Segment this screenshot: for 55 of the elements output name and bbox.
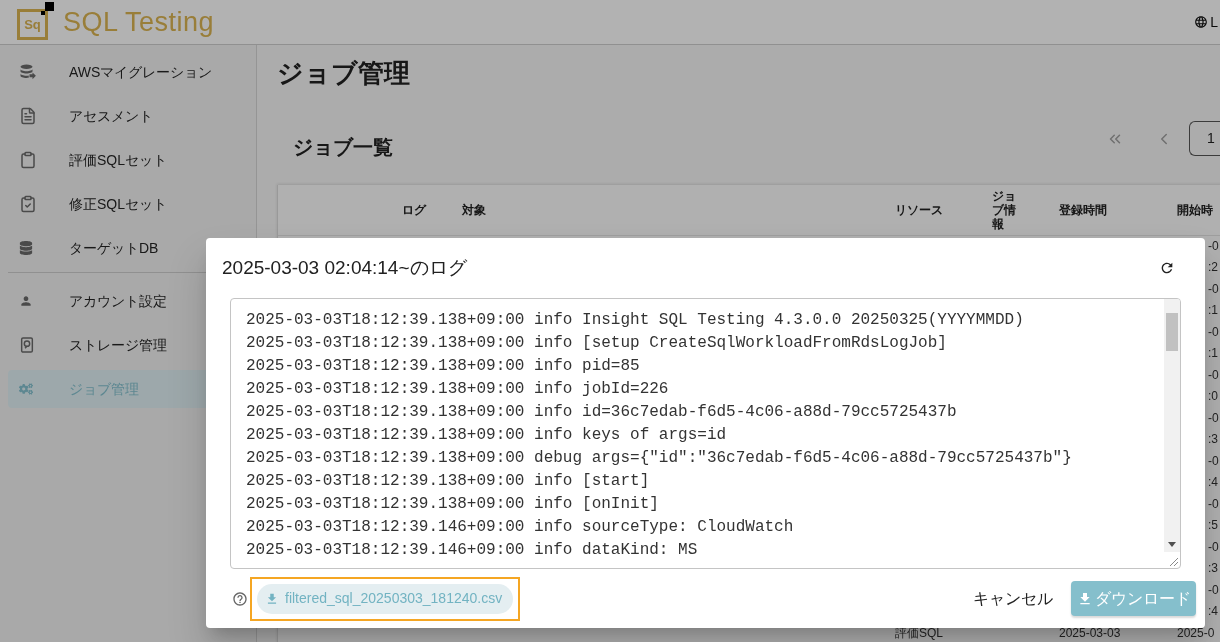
section-title: ジョブ一覧 <box>293 135 393 160</box>
clipboard-check-icon <box>19 195 37 213</box>
database-icon <box>19 241 33 255</box>
dialog-title: 2025-03-03 02:04:14~のログ <box>222 256 467 280</box>
log-line: 2025-03-03T18:12:39.138+09:00 info Insight SQL Testing 4.3.0.0 20250325(YYYYMMDD) <box>246 310 1024 331</box>
sidebar-item[interactable]: AWSマイグレーション <box>8 53 256 91</box>
log-line: 2025-03-03T18:12:39.138+09:00 info [setup CreateSqlWorkloadFromRdsLogJob] <box>246 333 947 354</box>
download-icon <box>265 591 279 606</box>
column-header: 開始時 <box>1177 203 1213 217</box>
scroll-down-icon[interactable] <box>1168 542 1176 547</box>
table-cell-text: 2025-03-03 <box>1059 625 1121 640</box>
table-cell-text: -0 :1 <box>1208 324 1219 362</box>
log-line: 2025-03-03T18:12:39.146+09:00 info dataKind: MS <box>246 540 698 561</box>
table-cell-text: -0 :0 <box>1208 367 1219 405</box>
table-cell-text: -0 :2 <box>1208 238 1219 276</box>
refresh-button[interactable] <box>1159 260 1175 276</box>
person-icon <box>19 294 33 308</box>
table-cell-text: -0 :3 <box>1208 410 1219 448</box>
log-line: 2025-03-03T18:12:39.146+09:00 info sourceType: CloudWatch <box>246 517 794 538</box>
table-cell-text: -0 :4 <box>1208 453 1219 491</box>
clipboard-icon <box>19 151 37 169</box>
table-cell-text: 評価SQL <box>895 625 943 640</box>
table-cell-text: 2025-0 <box>1177 625 1215 640</box>
log-line: 2025-03-03T18:12:39.138+09:00 info [onInit] <box>246 494 659 515</box>
log-text-area[interactable] <box>230 298 1181 569</box>
sidebar-item[interactable]: 修正SQLセット <box>8 185 256 223</box>
scrollbar[interactable] <box>1164 299 1180 552</box>
database-arrow-icon <box>19 63 37 81</box>
table-cell-text: -0 :5 <box>1208 496 1219 534</box>
table-cell-text: -0 :3 <box>1208 539 1219 577</box>
column-header: リソース <box>895 203 943 217</box>
page-number-field[interactable]: 1 <box>1189 121 1220 156</box>
refresh-icon <box>1159 260 1175 276</box>
log-line: 2025-03-03T18:12:39.138+09:00 info [start] <box>246 471 650 492</box>
document-icon <box>19 107 37 125</box>
help-icon[interactable] <box>232 590 248 607</box>
cancel-button[interactable]: キャンセル <box>965 580 1061 617</box>
column-header: ジョブ情報 <box>992 189 1017 231</box>
column-header: ログ <box>402 203 426 217</box>
sidebar-item[interactable]: 評価SQLセット <box>8 141 256 179</box>
log-line: 2025-03-03T18:12:39.138+09:00 debug args={"id":"36c7edab-f6d5-4c06-a88d-79cc5725437b"} <box>246 448 1072 469</box>
table-cell-text: -0 :1 <box>1208 281 1219 319</box>
table-cell-text: -0 :4 <box>1208 582 1219 620</box>
resize-grip-icon[interactable] <box>1168 556 1178 566</box>
language-button[interactable]: L <box>1194 11 1218 33</box>
sidebar-item[interactable]: アセスメント <box>8 97 256 135</box>
gears-icon <box>19 382 33 396</box>
page-title: ジョブ管理 <box>277 57 411 89</box>
column-header: 対象 <box>462 203 486 217</box>
logo-text: SQL Testing <box>63 8 215 36</box>
log-line: 2025-03-03T18:12:39.138+09:00 info keys of args=id <box>246 425 727 446</box>
logo-mark: Sq <box>17 2 54 40</box>
scrollbar-thumb[interactable] <box>1166 313 1178 351</box>
column-header: 登録時間 <box>1059 203 1107 217</box>
globe-icon <box>1194 15 1209 29</box>
